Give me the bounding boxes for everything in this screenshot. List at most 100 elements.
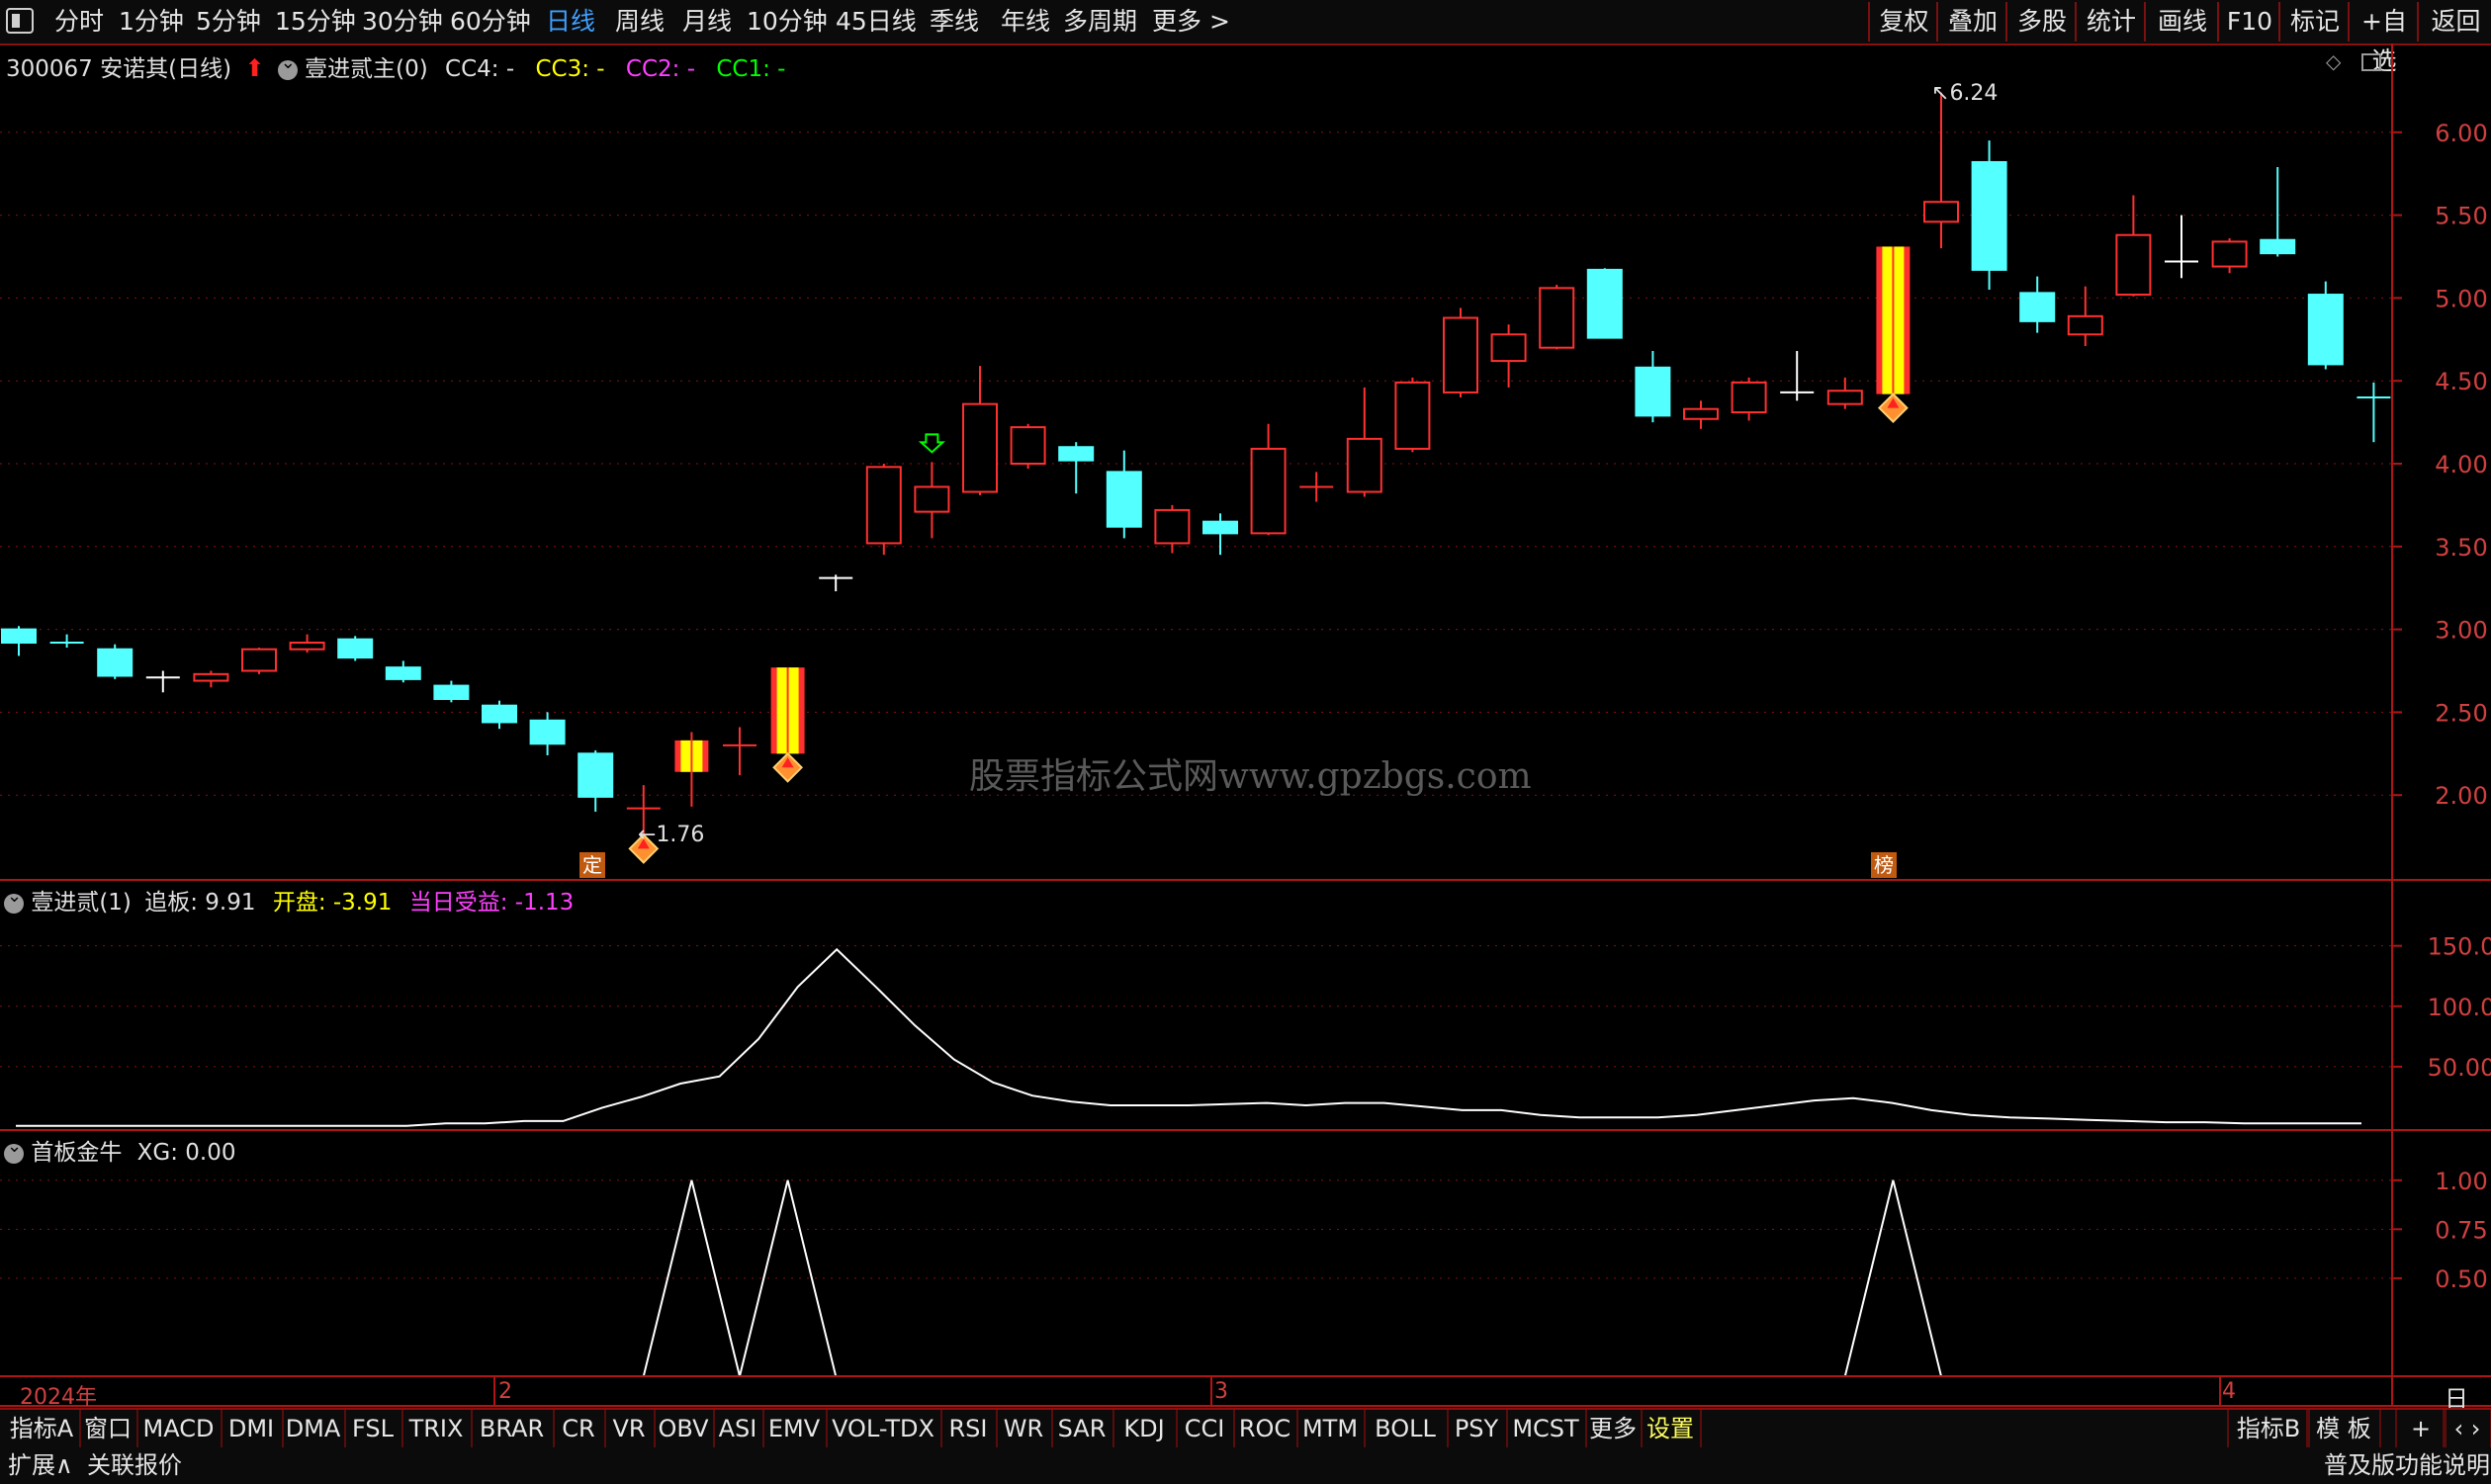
candle-body [1250,447,1287,535]
candle-body [1154,508,1191,545]
candle-body [1346,437,1382,493]
indicator-tab[interactable]: KDJ [1112,1410,1178,1447]
candle-body [1058,446,1095,462]
sub1-line [16,947,2361,1127]
ding-tag[interactable]: 定 [579,852,605,878]
indicator-tab[interactable]: BOLL [1364,1410,1449,1447]
indicator-tab[interactable]: FSL [344,1410,403,1447]
high-price-value: 6.24 [1949,81,1999,106]
indicator-bar-button[interactable]: ‹ › [2443,1410,2491,1447]
limit-up-stripe [788,667,799,754]
indicator-tab[interactable]: 窗口 [79,1410,138,1447]
indicator-bar-button[interactable]: + [2395,1410,2447,1447]
y-tick-label: 3.50 [2435,534,2487,562]
y-tick-label: 0.50 [2435,1266,2487,1293]
y-tick-label: 0.75 [2435,1216,2487,1244]
limit-up-stripe [776,667,787,754]
candle-body [1490,333,1527,363]
indicator-bar-button[interactable]: 模 板 [2306,1410,2381,1447]
indicator-tab[interactable]: 更多 [1585,1410,1643,1447]
candle-body [1635,366,1671,417]
indicator-tab[interactable]: WR [996,1410,1053,1447]
y-tick-label: 100.0 [2428,994,2491,1021]
candle-body [962,402,998,493]
edition-info-link[interactable]: 普及版功能说明 [2324,1447,2490,1484]
indicator-tab[interactable]: VOL-TDX [826,1410,942,1447]
candle-body [1,628,37,645]
candle-body [1923,201,1959,223]
candle-body [241,648,277,672]
x-label-apr: 4 [2222,1379,2236,1404]
candle-body [1394,381,1431,450]
chart-area[interactable]: 6.00 5.50 5.00 4.50 4.00 3.50 3.00 2.50 2.00 150.… [0,0,2491,1408]
indicator-tab[interactable]: ASI [713,1410,764,1447]
indicator-tab[interactable]: CCI [1176,1410,1235,1447]
indicator-tab[interactable]: MTM [1296,1410,1366,1447]
y-tick-label: 6.00 [2435,120,2487,147]
indicator-tab[interactable]: DMI [221,1410,284,1447]
indicator-tab[interactable]: 设置 [1641,1410,1702,1447]
y-tick-label: 2.50 [2435,699,2487,727]
y-tick-label: 1.00 [2435,1168,2487,1195]
bang-tag[interactable]: 榜 [1871,852,1897,878]
status-bar: 扩展∧ 关联报价 普及版功能说明 [0,1447,2491,1484]
candle-body [1202,520,1238,535]
low-price-label: ←1.76 [638,823,705,847]
indicator-tab[interactable]: BRAR [471,1410,555,1447]
candle-body [193,672,229,682]
candle-body [1683,407,1719,420]
candle-body [1971,160,2007,271]
candle-body [1586,268,1623,339]
indicator-bar: 指标A 窗口 MACD DMI DMA FSL TRIX BRAR CR VR OBV ASI EMV V… [0,1408,2491,1449]
limit-up-stripe [1882,246,1893,394]
candle-body [1443,316,1478,393]
candle-body [337,638,374,659]
limit-up-stripe [692,740,703,772]
indicator-tab[interactable]: MACD [136,1410,222,1447]
indicator-tab[interactable]: 指标A [4,1410,81,1447]
indicator-tab[interactable]: CR [553,1410,606,1447]
limit-up-candle [1876,246,1911,394]
watermark: 股票指标公式网www.gpzbgs.com [969,756,1532,797]
limit-up-candle [674,740,709,772]
indicator-tab[interactable]: MCST [1506,1410,1587,1447]
candle-body [1731,381,1767,414]
y-tick-label: 50.00 [2428,1054,2491,1082]
candle-body [914,485,950,513]
candle-body [2211,240,2248,268]
x-label-feb: 2 [498,1379,512,1404]
candle-body [97,648,133,677]
limit-up-stripe [1894,246,1905,394]
candle-body [2115,233,2152,297]
limit-up-candle [770,667,805,754]
indicator-tab[interactable]: EMV [762,1410,828,1447]
limit-up-stripe [680,740,691,772]
y-tick-label: 5.00 [2435,285,2487,312]
x-label-mar: 3 [1214,1379,1228,1404]
indicator-tab[interactable]: TRIX [401,1410,473,1447]
indicator-tab[interactable]: DMA [282,1410,346,1447]
expand-button[interactable]: 扩展∧ [8,1447,73,1484]
candle-body [1826,390,1863,405]
candle-body [2067,314,2103,336]
candle-body [482,704,517,724]
candle-body [1539,287,1575,349]
y-tick-label: 5.50 [2435,203,2487,230]
high-price-label: ↖6.24 [1931,81,1999,106]
indicator-tab[interactable]: ROC [1233,1410,1298,1447]
y-tick-label: 3.00 [2435,617,2487,645]
low-price-value: 1.76 [656,823,705,847]
indicator-tab[interactable]: RSI [940,1410,998,1447]
indicator-tab[interactable]: OBV [654,1410,715,1447]
indicator-tab[interactable]: VR [604,1410,656,1447]
y-tick-label: 2.00 [2435,782,2487,810]
indicator-bar-button[interactable]: 指标B [2227,1410,2310,1447]
candle-body [385,666,421,680]
candle-body [529,719,566,745]
related-quote-button[interactable]: 关联报价 [87,1447,182,1484]
candle-body [1010,426,1046,465]
indicator-tab[interactable]: SAR [1051,1410,1114,1447]
indicator-tab[interactable]: PSY [1447,1410,1508,1447]
candle-body [2260,238,2296,255]
candle-body [865,466,902,545]
